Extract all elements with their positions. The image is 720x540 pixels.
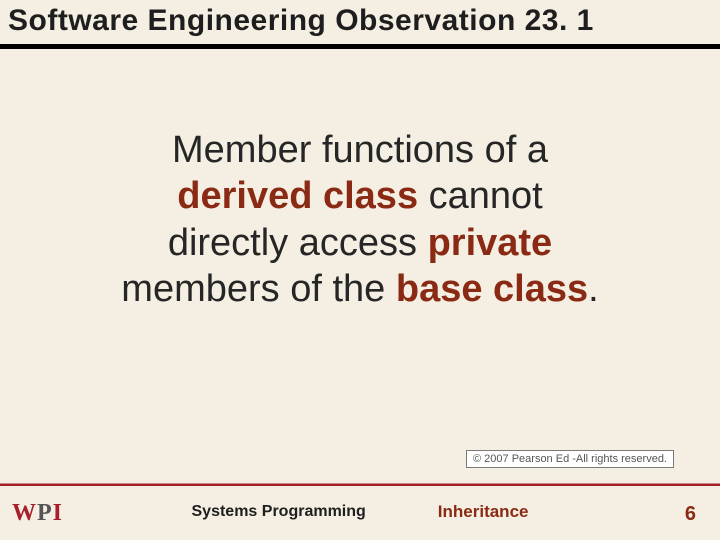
body-line3-pre: directly access bbox=[168, 222, 428, 264]
body-text: Member functions of a derived class cann… bbox=[28, 127, 692, 312]
slide-title: Software Engineering Observation 23. 1 bbox=[8, 4, 712, 38]
title-bar: Software Engineering Observation 23. 1 bbox=[0, 0, 720, 44]
body-line4-pre: members of the bbox=[121, 268, 396, 310]
wpi-logo: WPI bbox=[12, 500, 61, 527]
page-number: 6 bbox=[685, 503, 696, 526]
body-line1: Member functions of a bbox=[172, 129, 548, 171]
body-tail: . bbox=[588, 268, 599, 310]
logo-letter-p: P bbox=[37, 500, 51, 527]
keyword-private: private bbox=[428, 222, 553, 264]
logo-letter-i: I bbox=[53, 500, 61, 527]
footer: WPI bbox=[0, 484, 720, 540]
body-line2-mid: cannot bbox=[418, 175, 543, 217]
logo-letter-w: W bbox=[12, 500, 35, 527]
slide-body: Member functions of a derived class cann… bbox=[0, 49, 720, 312]
copyright-notice: © 2007 Pearson Ed -All rights reserved. bbox=[466, 450, 674, 468]
keyword-base-class: base class bbox=[396, 268, 588, 310]
keyword-derived-class: derived class bbox=[177, 175, 418, 217]
